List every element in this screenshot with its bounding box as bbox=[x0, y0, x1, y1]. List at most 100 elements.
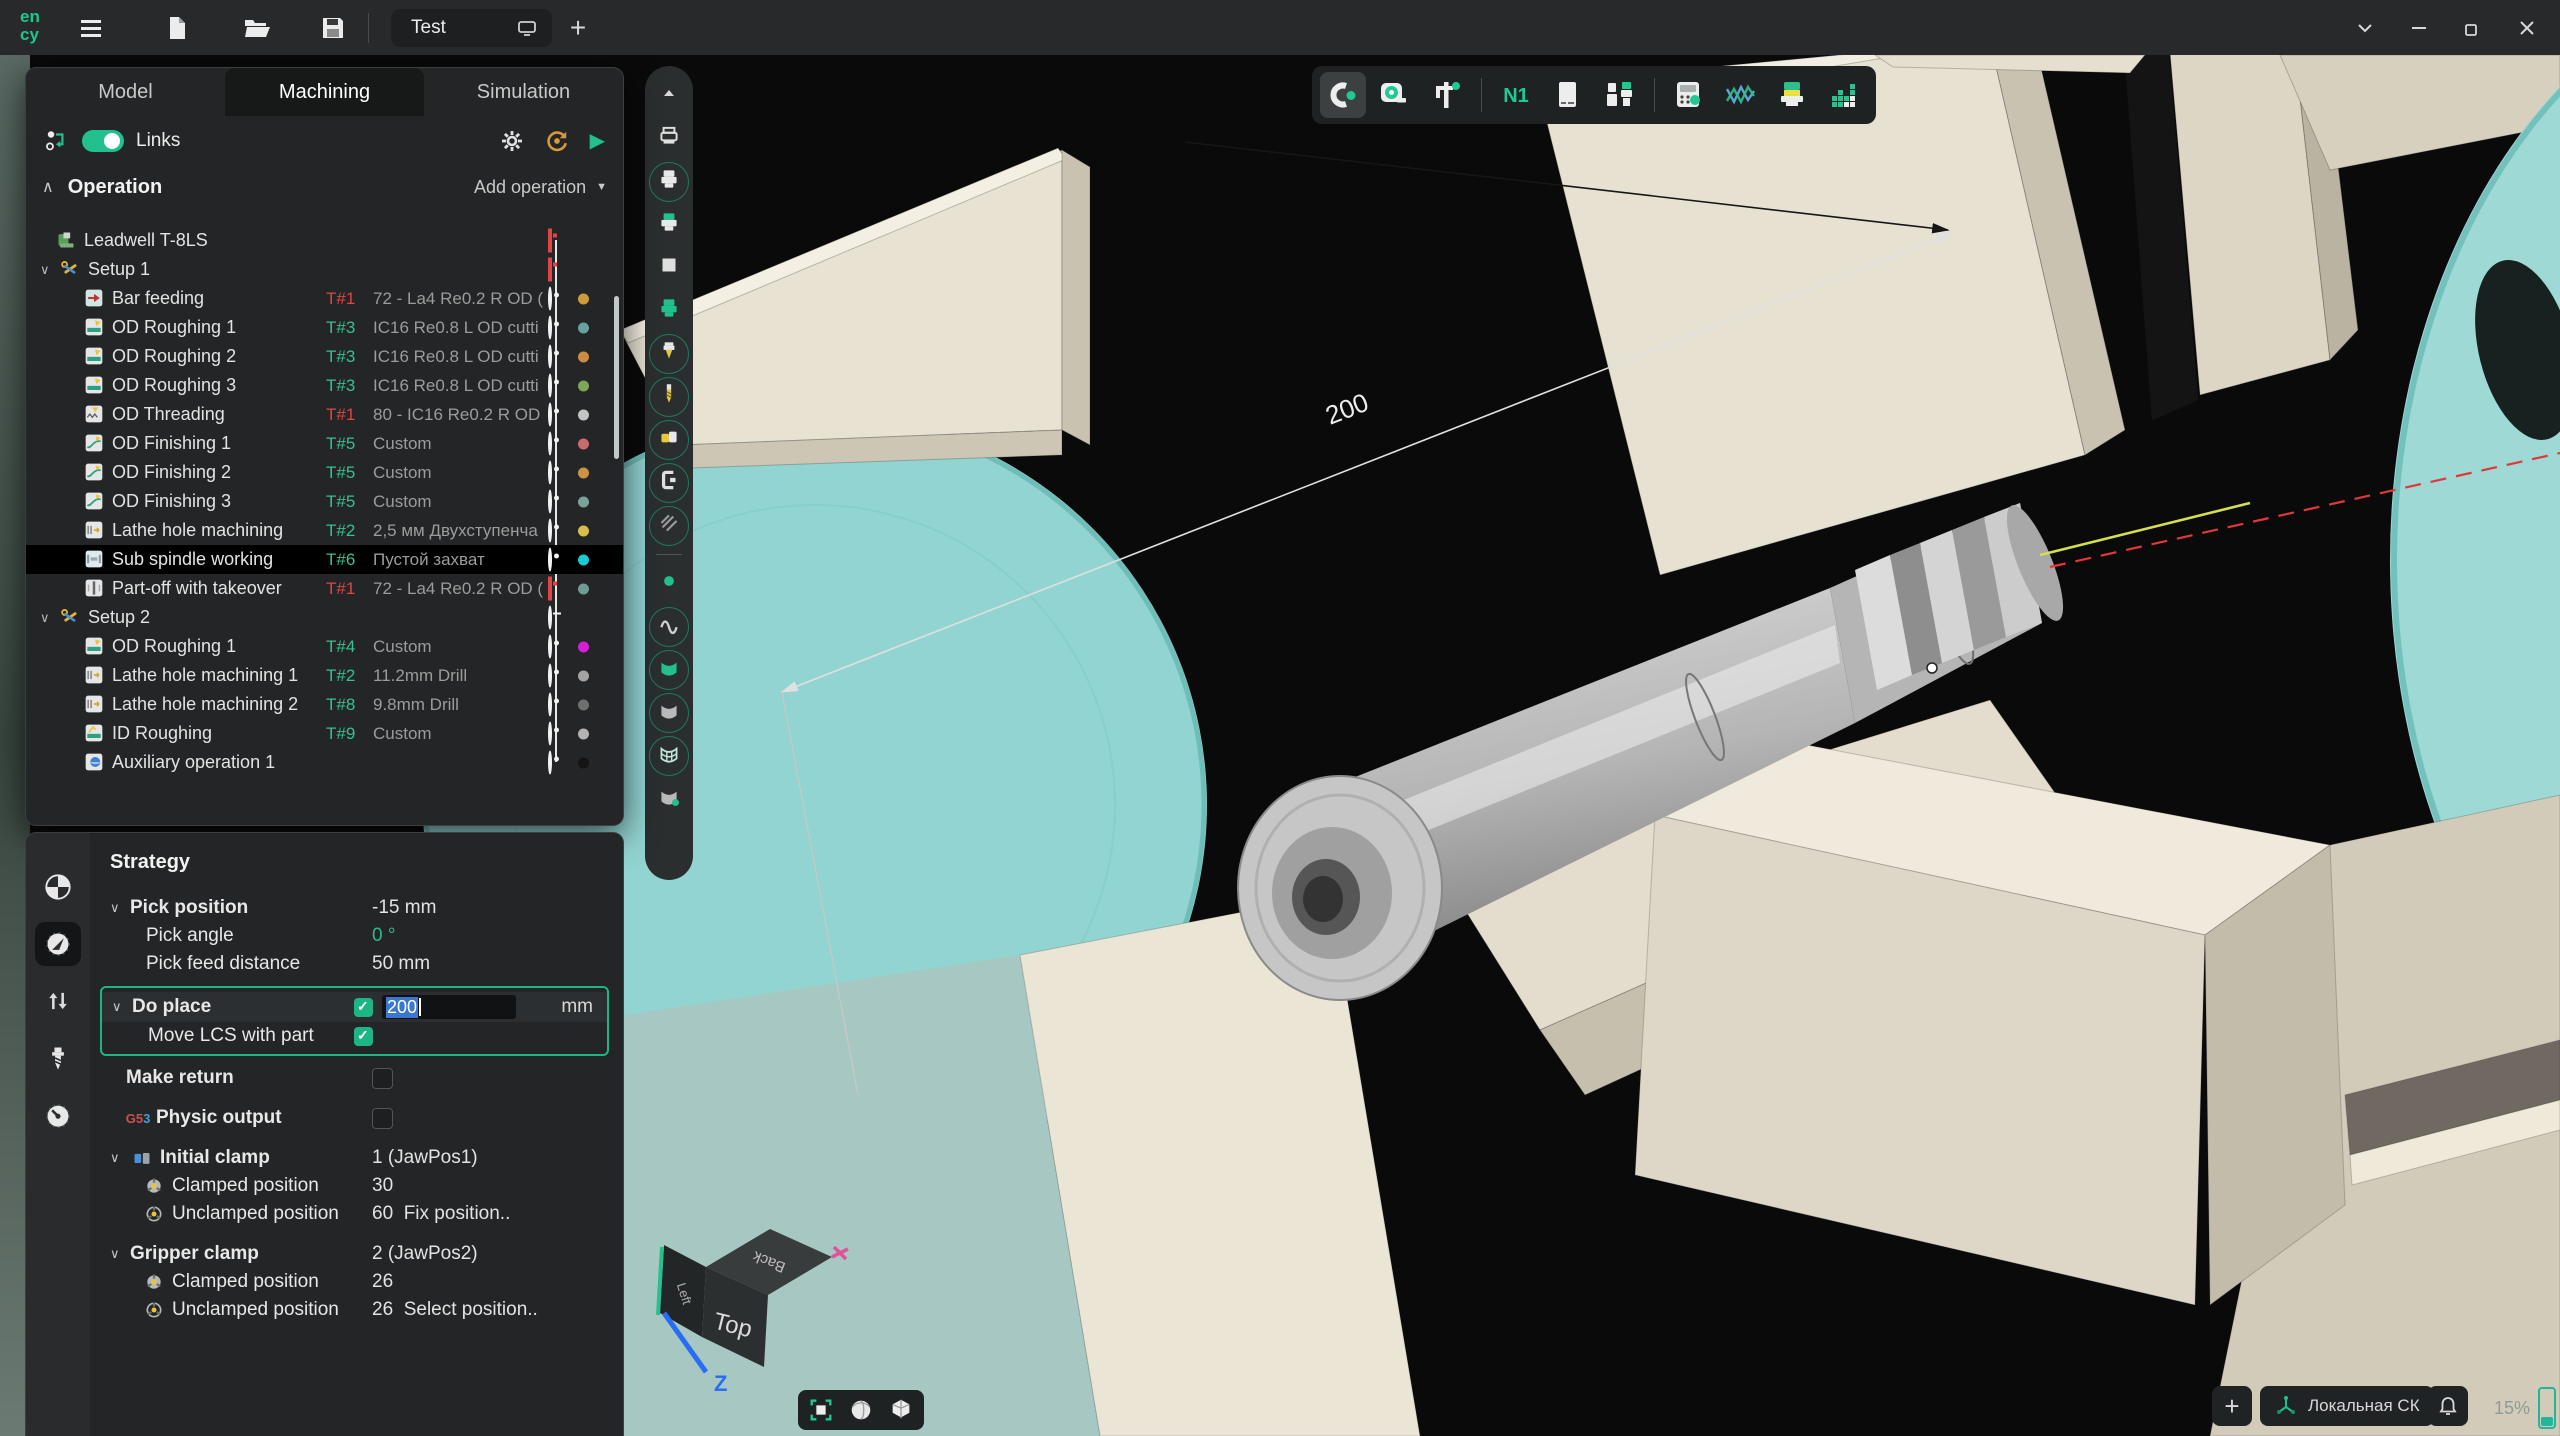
operation-color-dot[interactable] bbox=[578, 757, 589, 768]
window-minimize-button[interactable] bbox=[2396, 8, 2442, 48]
operation-color-dot[interactable] bbox=[578, 554, 589, 565]
operation-color-dot[interactable] bbox=[578, 293, 589, 304]
operations-scrollbar[interactable] bbox=[614, 296, 619, 459]
chevron-down-icon[interactable]: ∨ bbox=[110, 1246, 130, 1262]
radio-status-marker[interactable] bbox=[548, 346, 552, 367]
tree-row-setup-2[interactable]: ∨Setup 2 bbox=[26, 603, 623, 632]
radio-status-marker[interactable] bbox=[548, 723, 552, 744]
fixture-icon[interactable] bbox=[647, 461, 691, 504]
operation-color-dot[interactable] bbox=[578, 496, 589, 507]
mesh-icon[interactable] bbox=[647, 734, 691, 777]
operation-color-dot[interactable] bbox=[578, 438, 589, 449]
operation-collapse-chevron[interactable]: ∧ bbox=[42, 177, 54, 197]
settings-gear-icon[interactable] bbox=[500, 129, 524, 153]
main-spindle-icon[interactable] bbox=[647, 160, 691, 203]
initial-clamped-position-row[interactable]: Clamped position 30 bbox=[110, 1172, 609, 1200]
chevron-down-icon[interactable]: ∨ bbox=[112, 999, 132, 1015]
pick-feed-distance-value[interactable]: 50 mm bbox=[372, 953, 430, 975]
run-simulation-button[interactable]: ▶ bbox=[590, 131, 605, 151]
tree-row-bar-feeding[interactable]: Bar feedingT#172 - La4 Re0.2 R OD ( bbox=[26, 284, 623, 313]
operation-color-dot[interactable] bbox=[578, 641, 589, 652]
app-logo[interactable]: en cy bbox=[16, 5, 54, 50]
result-sheet-icon[interactable] bbox=[647, 777, 691, 820]
tree-row-od-roughing-1[interactable]: OD Roughing 1T#4Custom bbox=[26, 632, 623, 661]
tree-row-od-roughing-2[interactable]: OD Roughing 2T#3IC16 Re0.8 L OD cutti bbox=[26, 342, 623, 371]
diamond-status-marker[interactable] bbox=[548, 259, 552, 280]
tree-row-lathe-hole-machining[interactable]: Lathe hole machiningT#22,5 мм Двухступен… bbox=[26, 516, 623, 545]
workpiece-origin-icon[interactable] bbox=[35, 865, 81, 909]
main-menu-button[interactable] bbox=[68, 8, 114, 48]
add-widget-button[interactable]: + bbox=[2212, 1386, 2252, 1426]
do-place-checkbox[interactable] bbox=[354, 998, 373, 1017]
radio-status-marker[interactable] bbox=[548, 404, 552, 425]
move-lcs-checkbox[interactable] bbox=[354, 1027, 373, 1046]
notifications-button[interactable] bbox=[2428, 1386, 2468, 1426]
tab-model[interactable]: Model bbox=[26, 68, 225, 116]
pick-angle-row[interactable]: Pick angle 0 ° bbox=[110, 922, 609, 950]
chuck-green-icon[interactable] bbox=[647, 289, 691, 332]
operation-color-dot[interactable] bbox=[578, 322, 589, 333]
save-button[interactable] bbox=[310, 8, 356, 48]
radio-status-marker[interactable] bbox=[548, 752, 552, 773]
n1-program-icon[interactable]: N1 bbox=[1493, 72, 1539, 118]
tab-simulation[interactable]: Simulation bbox=[424, 68, 623, 116]
radio-status-marker[interactable] bbox=[548, 520, 552, 541]
physic-output-checkbox[interactable] bbox=[372, 1108, 393, 1129]
feeds-speeds-icon[interactable] bbox=[35, 1093, 81, 1137]
operation-color-dot[interactable] bbox=[578, 467, 589, 478]
gripper-clamp-value[interactable]: 2 (JawPos2) bbox=[372, 1243, 478, 1265]
radio-status-marker[interactable] bbox=[548, 636, 552, 657]
tree-row-auxiliary-operation-1[interactable]: Auxiliary operation 1 bbox=[26, 748, 623, 777]
new-file-button[interactable] bbox=[154, 8, 200, 48]
tree-row-od-roughing-3[interactable]: OD Roughing 3T#3IC16 Re0.8 L OD cutti bbox=[26, 371, 623, 400]
tool-drill-icon[interactable] bbox=[35, 1036, 81, 1080]
chevron-down-icon[interactable]: ∨ bbox=[110, 900, 130, 916]
window-close-button[interactable] bbox=[2504, 8, 2550, 48]
gripper-clamped-position-row[interactable]: Clamped position 26 bbox=[110, 1268, 609, 1296]
tool-cone-icon[interactable] bbox=[647, 332, 691, 375]
machine-icon[interactable] bbox=[647, 117, 691, 160]
minus-status-marker[interactable] bbox=[548, 607, 552, 628]
setup-sheet-icon[interactable] bbox=[1545, 72, 1591, 118]
point-icon[interactable] bbox=[647, 562, 691, 605]
move-lcs-row[interactable]: Move LCS with part bbox=[102, 1022, 607, 1050]
clamped-position-value[interactable]: 26 bbox=[372, 1271, 393, 1293]
window-restore-button[interactable] bbox=[2450, 8, 2496, 48]
measure-tape-icon[interactable] bbox=[1372, 72, 1418, 118]
open-file-button[interactable] bbox=[234, 8, 280, 48]
shading-sphere-icon[interactable] bbox=[844, 1393, 878, 1427]
radio-status-marker[interactable] bbox=[548, 375, 552, 396]
surface-green-icon[interactable] bbox=[647, 648, 691, 691]
hatch-stock-icon[interactable] bbox=[647, 504, 691, 547]
surface-gray-icon[interactable] bbox=[647, 691, 691, 734]
gripper-clamp-row[interactable]: ∨ Gripper clamp 2 (JawPos2) bbox=[110, 1240, 609, 1268]
new-document-tab-button[interactable]: + bbox=[570, 12, 586, 44]
add-operation-dropdown[interactable]: Add operation ▼ bbox=[474, 177, 607, 198]
tab-machining[interactable]: Machining bbox=[225, 68, 424, 116]
diamond-status-marker[interactable] bbox=[548, 230, 552, 251]
pick-angle-value[interactable]: 0 ° bbox=[372, 925, 395, 947]
initial-unclamped-position-row[interactable]: Unclamped position 60 Fix position.. bbox=[110, 1200, 609, 1228]
radio-status-marker[interactable] bbox=[548, 433, 552, 454]
strategy-compass-icon[interactable] bbox=[35, 922, 81, 966]
tree-row-od-finishing-3[interactable]: OD Finishing 3T#5Custom bbox=[26, 487, 623, 516]
caliper-icon[interactable] bbox=[1424, 72, 1470, 118]
tool-holders-icon[interactable] bbox=[1597, 72, 1643, 118]
isometric-view-icon[interactable] bbox=[884, 1393, 918, 1427]
make-return-checkbox[interactable] bbox=[372, 1068, 393, 1089]
do-place-input[interactable]: 200 bbox=[382, 995, 516, 1019]
tree-row-part-off-with-takeover[interactable]: Part-off with takeoverT#172 - La4 Re0.2 … bbox=[26, 574, 623, 603]
radio-status-marker[interactable] bbox=[548, 462, 552, 483]
histogram-icon[interactable] bbox=[1822, 72, 1868, 118]
tree-row-lathe-hole-machining-1[interactable]: Lathe hole machining 1T#211.2mm Drill bbox=[26, 661, 623, 690]
gripper-unclamped-position-row[interactable]: Unclamped position 26 Select position.. bbox=[110, 1296, 609, 1324]
tree-row-id-roughing[interactable]: ID RoughingT#9Custom bbox=[26, 719, 623, 748]
expand-chevron[interactable]: ∨ bbox=[40, 262, 50, 278]
chevron-down-icon[interactable]: ∨ bbox=[110, 1150, 130, 1166]
workpiece-square-icon[interactable] bbox=[647, 246, 691, 289]
tree-row-sub-spindle-working[interactable]: Sub spindle workingT#6Пустой захват bbox=[26, 545, 623, 574]
clamped-position-value[interactable]: 30 bbox=[372, 1175, 393, 1197]
fit-view-icon[interactable] bbox=[804, 1393, 838, 1427]
initial-clamp-row[interactable]: ∨ Initial clamp 1 (JawPos1) bbox=[110, 1144, 609, 1172]
window-menu-chevron[interactable] bbox=[2342, 8, 2388, 48]
